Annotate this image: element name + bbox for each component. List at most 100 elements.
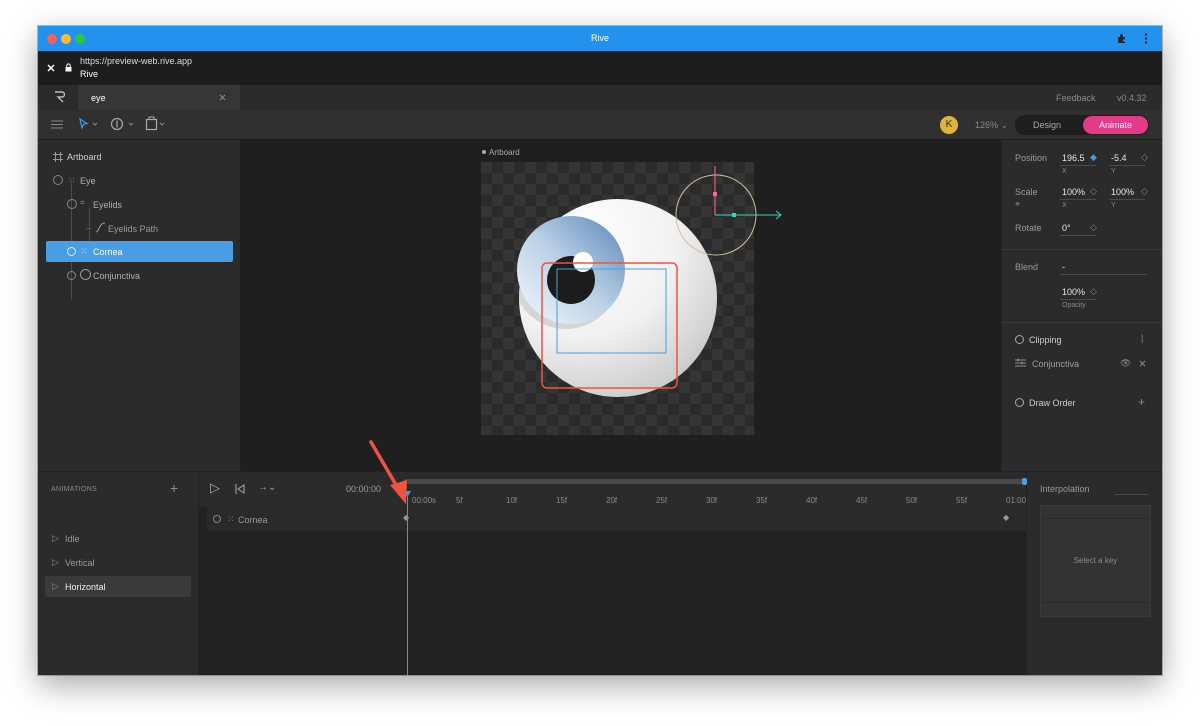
more-vertical-icon[interactable] bbox=[1144, 33, 1148, 44]
extension-icon[interactable] bbox=[1117, 33, 1128, 44]
group-icon: ⁙ bbox=[68, 175, 76, 185]
loop-mode-select[interactable]: →⌄ bbox=[258, 482, 276, 493]
add-clip-button[interactable]: | bbox=[1141, 333, 1143, 343]
path-connector: – bbox=[86, 223, 92, 233]
group-icon: ⁙ bbox=[227, 514, 235, 524]
track-label-cornea: Cornea bbox=[238, 515, 268, 525]
tab-eye[interactable]: eye bbox=[78, 85, 240, 110]
animate-mode-button[interactable]: Animate bbox=[1083, 116, 1148, 134]
keyframe-icon[interactable]: ◇ bbox=[1090, 222, 1097, 233]
y-label: Y bbox=[1111, 202, 1116, 209]
tick-label: 01:00 bbox=[1006, 496, 1027, 505]
origin-handle[interactable] bbox=[732, 213, 736, 217]
expand-toggle[interactable] bbox=[67, 247, 76, 256]
bone-tool-icon[interactable] bbox=[110, 117, 136, 131]
visibility-eye-icon[interactable]: 👁 bbox=[1120, 358, 1131, 369]
feedback-link[interactable]: Feedback bbox=[1056, 93, 1096, 103]
scale-y-field[interactable]: 100% bbox=[1111, 187, 1134, 197]
position-y-field[interactable]: -5.4 bbox=[1111, 153, 1127, 163]
editor-toolbar: K 126% ⌄ Design Animate bbox=[38, 110, 1162, 140]
underline bbox=[1109, 165, 1145, 166]
play-button[interactable]: ▷ bbox=[210, 480, 220, 496]
artboard-icon bbox=[53, 152, 63, 162]
window-title: Rive bbox=[590, 33, 609, 43]
tick-label: 15f bbox=[556, 496, 568, 505]
close-tab-icon[interactable] bbox=[219, 94, 226, 101]
animation-item-idle[interactable]: Idle bbox=[65, 534, 80, 544]
animation-item-vertical[interactable]: Vertical bbox=[65, 558, 95, 568]
keyframe-icon[interactable]: ◇ bbox=[1090, 186, 1097, 197]
artboard-dot-icon bbox=[482, 150, 486, 154]
x-label: X bbox=[1062, 168, 1067, 175]
animation-item-horizontal-selected[interactable]: ▷ Horizontal bbox=[45, 576, 191, 597]
expand-toggle[interactable] bbox=[67, 199, 77, 209]
rotate-field[interactable]: 0° bbox=[1062, 223, 1071, 233]
blend-label: Blend bbox=[1015, 262, 1039, 272]
scale-label: Scale bbox=[1015, 187, 1038, 197]
title-bar: Rive bbox=[38, 26, 1162, 51]
blend-select[interactable]: - bbox=[1062, 262, 1065, 272]
animations-header: ANIMATIONS bbox=[51, 486, 98, 493]
editor-tab-bar: eye Feedback v0.4.32 bbox=[38, 85, 1162, 110]
select-key-placeholder: Select a key bbox=[1073, 556, 1118, 565]
design-mode-button[interactable]: Design bbox=[1033, 120, 1061, 130]
position-x-field[interactable]: 196.5 bbox=[1062, 153, 1085, 163]
page-title: Rive bbox=[80, 69, 99, 79]
rive-logo-icon[interactable] bbox=[54, 91, 65, 103]
lock-icon bbox=[65, 63, 72, 72]
opacity-field[interactable]: 100% bbox=[1062, 287, 1085, 297]
zoom-select[interactable]: 126% ⌄ bbox=[975, 120, 1008, 131]
graph-line bbox=[1041, 518, 1150, 519]
scale-x-field[interactable]: 100% bbox=[1062, 187, 1085, 197]
divider bbox=[1002, 322, 1162, 323]
link-scale-icon[interactable]: ⌖ bbox=[1015, 199, 1020, 210]
animations-panel: ANIMATIONS + ▷ Idle ▷ Vertical ▷ Horizon… bbox=[38, 472, 198, 675]
draw-order-section-header[interactable]: Draw Order bbox=[1029, 398, 1076, 408]
rotate-label: Rotate bbox=[1015, 223, 1042, 233]
expand-toggle[interactable] bbox=[213, 515, 221, 523]
hierarchy-item-eyelids-path[interactable]: Eyelids Path bbox=[108, 224, 158, 234]
expand-toggle[interactable] bbox=[67, 271, 76, 280]
keyframe-filled-icon[interactable]: ◆ bbox=[1090, 152, 1097, 163]
inspector-panel: Position 196.5 ◆ -5.4 ◇ X Y Scale ⌖ 100%… bbox=[1002, 140, 1162, 471]
hierarchy-item-artboard[interactable]: Artboard bbox=[67, 152, 102, 162]
shape-tool-icon[interactable] bbox=[145, 116, 167, 131]
shape-group-icon: ⌗ bbox=[80, 198, 85, 207]
annotation-arrow-icon bbox=[369, 440, 407, 504]
hierarchy-item-eyelids[interactable]: Eyelids bbox=[93, 200, 122, 210]
select-tool-icon[interactable] bbox=[79, 118, 99, 131]
close-icon[interactable] bbox=[47, 64, 55, 72]
track-row[interactable]: ⁙ Cornea bbox=[207, 507, 1026, 531]
address-bar: https://preview-web.rive.app Rive bbox=[38, 51, 1162, 85]
remove-clip-icon[interactable] bbox=[1139, 360, 1146, 367]
underline bbox=[1060, 274, 1147, 275]
playhead[interactable] bbox=[407, 492, 408, 675]
tick-label: 45f bbox=[856, 496, 868, 505]
keyframe-icon[interactable]: ◇ bbox=[1141, 186, 1148, 197]
avatar[interactable]: K bbox=[940, 116, 958, 134]
y-handle-point[interactable] bbox=[713, 192, 717, 196]
collapse-toggle[interactable] bbox=[1015, 335, 1024, 344]
add-animation-button[interactable]: + bbox=[170, 480, 178, 496]
menu-icon[interactable] bbox=[51, 120, 63, 129]
underline bbox=[1115, 494, 1148, 495]
clipping-section-header[interactable]: Clipping bbox=[1029, 335, 1062, 345]
divider bbox=[1002, 249, 1162, 250]
work-area-bar[interactable] bbox=[404, 479, 1025, 484]
skip-to-start-icon[interactable] bbox=[235, 484, 245, 494]
hierarchy-item-cornea-selected[interactable]: ⁙ Cornea bbox=[46, 241, 233, 262]
collapse-toggle[interactable] bbox=[1015, 398, 1024, 407]
clip-item-conjunctiva[interactable]: Conjunctiva bbox=[1032, 359, 1079, 369]
keyframe-icon[interactable]: ◇ bbox=[1141, 152, 1148, 163]
opacity-label: Opacity bbox=[1062, 302, 1086, 309]
expand-toggle[interactable] bbox=[53, 175, 63, 185]
hierarchy-item-conjunctiva[interactable]: Conjunctiva bbox=[93, 271, 140, 281]
keyframe-marker[interactable]: ◆ bbox=[1003, 513, 1009, 522]
interpolation-label: Interpolation bbox=[1040, 484, 1090, 494]
hierarchy-item-eye[interactable]: Eye bbox=[80, 176, 96, 186]
keyframe-icon[interactable]: ◇ bbox=[1090, 286, 1097, 297]
underline bbox=[1060, 165, 1096, 166]
add-draw-order-button[interactable]: + bbox=[1138, 395, 1145, 409]
url-text[interactable]: https://preview-web.rive.app bbox=[80, 56, 192, 66]
play-icon: ▷ bbox=[52, 533, 59, 543]
